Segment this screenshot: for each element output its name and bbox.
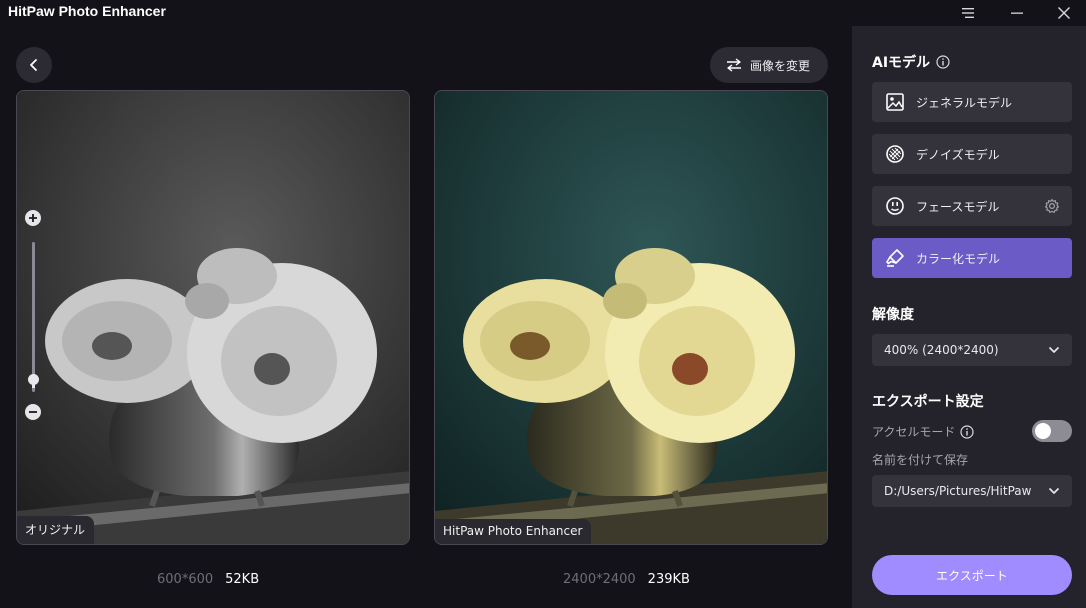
title-bar: HitPaw Photo Enhancer: [0, 0, 1086, 26]
enhanced-label: HitPaw Photo Enhancer: [435, 519, 592, 544]
enhanced-file-size: 239KB: [647, 572, 690, 587]
accel-mode-label: アクセルモード: [872, 423, 975, 440]
plus-icon: [29, 214, 37, 222]
model-colorize-label: カラー化モデル: [916, 251, 1001, 266]
original-photo: [17, 91, 409, 544]
save-as-label-text: 名前を付けて保存: [872, 453, 969, 467]
info-icon[interactable]: [960, 424, 975, 439]
change-image-label: 画像を変更: [750, 58, 811, 73]
model-denoise-label: デノイズモデル: [916, 147, 1000, 162]
minus-icon: [29, 411, 37, 413]
model-general-button[interactable]: ジェネラルモデル: [872, 82, 1072, 122]
chevron-down-icon: [1048, 487, 1060, 494]
chevron-down-icon: [1048, 346, 1060, 353]
accel-mode-toggle[interactable]: [1032, 420, 1072, 442]
save-path-value: D:/Users/Pictures/HitPaw: [884, 484, 1032, 498]
export-settings-heading: エクスポート設定: [872, 391, 984, 411]
zoom-track[interactable]: [32, 242, 35, 392]
model-colorize-button[interactable]: カラー化モデル: [872, 238, 1072, 278]
toggle-knob: [1035, 423, 1051, 439]
change-image-button[interactable]: 画像を変更: [710, 47, 828, 83]
export-settings-heading-text: エクスポート設定: [872, 394, 984, 410]
model-general-label: ジェネラルモデル: [916, 95, 1013, 110]
zoom-slider[interactable]: [24, 210, 44, 422]
app-title: HitPaw Photo Enhancer: [8, 3, 166, 19]
image-icon: [886, 93, 904, 111]
original-label: オリジナル: [17, 516, 95, 544]
zoom-in-button[interactable]: [25, 210, 41, 226]
original-file-size: 52KB: [225, 572, 260, 587]
enhanced-info: 2400*2400 239KB: [563, 572, 690, 587]
chevron-left-icon: [30, 59, 37, 71]
menu-icon: [962, 8, 974, 18]
enhanced-photo: [435, 91, 827, 544]
brush-icon: [886, 249, 904, 267]
model-face-button[interactable]: フェースモデル: [872, 186, 1072, 226]
minimize-button[interactable]: [997, 0, 1037, 26]
export-button[interactable]: エクスポート: [872, 555, 1072, 595]
swap-icon: [727, 58, 741, 72]
denoise-icon: [886, 145, 904, 163]
menu-button[interactable]: [948, 0, 988, 26]
zoom-out-button[interactable]: [25, 404, 41, 420]
model-face-label: フェースモデル: [916, 199, 1000, 214]
info-icon[interactable]: [936, 55, 950, 69]
model-denoise-button[interactable]: デノイズモデル: [872, 134, 1072, 174]
enhanced-image-panel: HitPaw Photo Enhancer: [434, 90, 828, 545]
export-button-label: エクスポート: [936, 568, 1008, 583]
zoom-thumb[interactable]: [28, 374, 39, 385]
resolution-select[interactable]: 400% (2400*2400): [872, 334, 1072, 366]
original-info: 600*600 52KB: [157, 572, 259, 587]
resolution-value: 400% (2400*2400): [884, 343, 999, 357]
save-as-label: 名前を付けて保存: [872, 451, 968, 468]
back-button[interactable]: [16, 47, 52, 83]
ai-model-heading-text: AIモデル: [872, 55, 931, 71]
minimize-icon: [1011, 12, 1023, 14]
close-icon: [1058, 7, 1070, 19]
save-path-select[interactable]: D:/Users/Pictures/HitPaw: [872, 475, 1072, 507]
resolution-heading: 解像度: [872, 304, 914, 324]
accel-mode-label-text: アクセルモード: [872, 425, 956, 439]
resolution-heading-text: 解像度: [872, 307, 914, 323]
ai-model-heading: AIモデル: [872, 52, 950, 72]
original-dimensions: 600*600: [157, 572, 214, 587]
close-button[interactable]: [1044, 0, 1084, 26]
original-image-panel: オリジナル: [16, 90, 410, 545]
gear-icon[interactable]: [1044, 198, 1060, 214]
enhanced-dimensions: 2400*2400: [563, 572, 636, 587]
face-icon: [886, 197, 904, 215]
